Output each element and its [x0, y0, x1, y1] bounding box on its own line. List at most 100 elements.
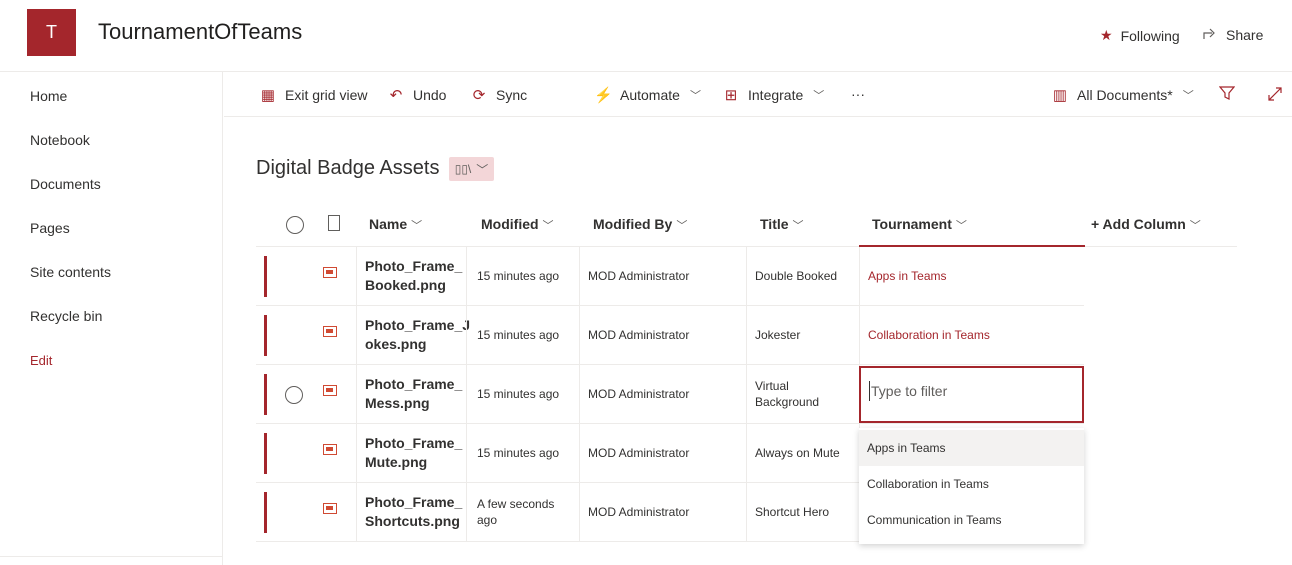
sync-icon: ⟳	[472, 87, 486, 104]
cell-modified[interactable]: 15 minutes ago	[466, 247, 579, 305]
integrate-icon: ⊞	[724, 87, 738, 104]
cell-title[interactable]: Double Booked	[746, 247, 859, 305]
cell-modified[interactable]: 15 minutes ago	[466, 365, 579, 423]
column-header-tournament[interactable]: Tournament ﹀	[872, 216, 967, 233]
integrate-label: Integrate	[748, 87, 804, 103]
chevron-down-icon: ﹀	[1182, 90, 1194, 102]
row-status-bar	[264, 315, 267, 356]
filter-button[interactable]	[1218, 86, 1236, 104]
share-label: Share	[1226, 27, 1264, 43]
row-select-checkbox[interactable]	[285, 386, 303, 404]
row-status-bar	[264, 374, 267, 415]
star-icon: ★	[1100, 27, 1113, 43]
nav-item-pages[interactable]: Pages	[30, 220, 70, 236]
column-header-name[interactable]: Name ﹀	[369, 216, 422, 233]
view-icon: ▥	[1052, 87, 1068, 104]
row-status-bar	[264, 256, 267, 297]
nav-edit-link[interactable]: Edit	[30, 353, 52, 368]
nav-item-recycle-bin[interactable]: Recycle bin	[30, 308, 102, 324]
undo-icon: ↶	[389, 87, 403, 104]
table-row[interactable]: Photo_Frame_J okes.png 15 minutes ago MOD …	[256, 306, 1084, 365]
grid-icon: ▦	[260, 87, 276, 104]
filter-icon	[1218, 86, 1236, 104]
add-column-button[interactable]: + Add Column ﹀	[1091, 216, 1201, 233]
tournament-filter-input[interactable]	[869, 381, 1069, 401]
nav-item-notebook[interactable]: Notebook	[30, 132, 90, 148]
exit-grid-view-button[interactable]: ▦ Exit grid view	[259, 86, 368, 104]
left-nav: Home Notebook Documents Pages Site conte…	[0, 72, 223, 565]
cell-name[interactable]: Photo_Frame_J okes.png	[356, 306, 470, 364]
cell-title[interactable]: Always on Mute	[746, 424, 859, 482]
cell-name[interactable]: Photo_Frame_ Mess.png	[356, 365, 466, 423]
file-type-icon[interactable]	[328, 215, 340, 231]
automate-icon: ⚡	[594, 87, 613, 104]
site-logo[interactable]: T	[27, 9, 76, 56]
site-header: T TournamentOfTeams ★ Following Share	[0, 0, 1292, 72]
row-status-bar	[264, 492, 267, 533]
cell-modified[interactable]: A few seconds ago	[466, 483, 579, 541]
command-bar: ▦ Exit grid view ↶ Undo ⟳ Sync ⚡ Automat…	[224, 72, 1292, 117]
cell-title[interactable]: Jokester	[746, 306, 859, 364]
sync-button[interactable]: ⟳ Sync	[470, 86, 527, 104]
undo-button[interactable]: ↶ Undo	[387, 86, 447, 104]
expand-button[interactable]	[1267, 86, 1283, 105]
following-label: Following	[1120, 27, 1180, 44]
chevron-down-icon: ﹀	[689, 90, 701, 102]
cell-modified-by[interactable]: MOD Administrator	[579, 247, 746, 305]
cell-title[interactable]: Shortcut Hero	[746, 483, 859, 541]
row-status-bar	[264, 433, 267, 474]
exit-grid-view-label: Exit grid view	[285, 87, 368, 103]
chevron-down-icon: ﹀	[813, 90, 825, 102]
automate-button[interactable]: ⚡ Automate ﹀	[594, 86, 701, 104]
cell-modified[interactable]: 15 minutes ago	[466, 424, 579, 482]
expand-icon	[1267, 86, 1283, 105]
cell-modified-by[interactable]: MOD Administrator	[579, 365, 746, 423]
column-header-title[interactable]: Title ﹀	[760, 216, 804, 233]
nav-divider	[0, 556, 223, 557]
more-button[interactable]: ···	[851, 86, 865, 102]
image-file-icon	[323, 267, 337, 278]
library-icon: ▯▯\	[454, 162, 472, 176]
site-title[interactable]: TournamentOfTeams	[98, 19, 302, 45]
cell-modified-by[interactable]: MOD Administrator	[579, 306, 746, 364]
column-header-modified-by[interactable]: Modified By ﹀	[593, 216, 687, 233]
nav-item-home[interactable]: Home	[30, 88, 67, 104]
view-switcher[interactable]: ▥ All Documents* ﹀	[1051, 86, 1194, 104]
cell-name[interactable]: Photo_Frame_ Booked.png	[356, 247, 466, 305]
table-row[interactable]: Photo_Frame_ Booked.png 15 minutes ago MOD…	[256, 247, 1084, 306]
select-all-checkbox[interactable]	[286, 216, 304, 234]
cell-tournament[interactable]: Collaboration in Teams	[859, 306, 1084, 364]
tournament-filter-box[interactable]	[859, 366, 1084, 423]
library-switcher[interactable]: ▯▯\ ﹀	[449, 157, 494, 181]
cell-name[interactable]: Photo_Frame_ Shortcuts.png	[356, 483, 466, 541]
cell-modified[interactable]: 15 minutes ago	[466, 306, 579, 364]
dropdown-option-collaboration[interactable]: Collaboration in Teams	[859, 466, 1084, 502]
image-file-icon	[323, 444, 337, 455]
share-icon	[1203, 27, 1218, 43]
cell-tournament[interactable]: Apps in Teams	[859, 247, 1084, 305]
nav-item-documents[interactable]: Documents	[30, 176, 101, 192]
tournament-options-dropdown: Apps in Teams Collaboration in Teams Com…	[859, 428, 1084, 544]
library-title: Digital Badge Assets	[256, 157, 440, 179]
automate-label: Automate	[620, 87, 680, 103]
more-icon: ···	[851, 86, 865, 102]
sync-label: Sync	[496, 87, 528, 103]
image-file-icon	[323, 326, 337, 337]
image-file-icon	[323, 385, 337, 396]
cell-title[interactable]: Virtual Background	[746, 365, 859, 423]
column-header-modified[interactable]: Modified ﹀	[481, 216, 554, 233]
image-file-icon	[323, 503, 337, 514]
dropdown-option-communication[interactable]: Communication in Teams	[859, 502, 1084, 538]
chevron-down-icon: ﹀	[476, 162, 489, 177]
share-button[interactable]: Share	[1203, 27, 1263, 43]
nav-item-site-contents[interactable]: Site contents	[30, 264, 111, 280]
cell-modified-by[interactable]: MOD Administrator	[579, 483, 746, 541]
following-button[interactable]: ★ Following	[1100, 27, 1180, 44]
dropdown-option-apps[interactable]: Apps in Teams	[859, 430, 1084, 466]
grid-header: Name ﹀ Modified ﹀ Modified By ﹀ Title ﹀ Tour…	[256, 205, 1237, 247]
undo-label: Undo	[413, 87, 447, 103]
cell-name[interactable]: Photo_Frame_ Mute.png	[356, 424, 466, 482]
integrate-button[interactable]: ⊞ Integrate ﹀	[722, 86, 825, 104]
view-label: All Documents*	[1077, 87, 1173, 103]
cell-modified-by[interactable]: MOD Administrator	[579, 424, 746, 482]
